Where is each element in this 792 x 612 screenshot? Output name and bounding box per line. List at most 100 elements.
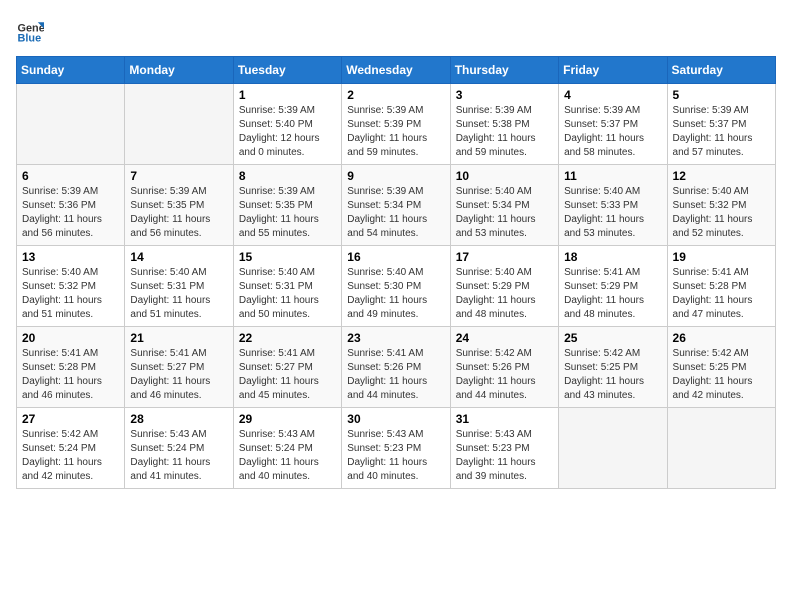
calendar-cell: 20 Sunrise: 5:41 AM Sunset: 5:28 PM Dayli… (17, 327, 125, 408)
calendar-cell: 6Sunrise: 5:39 AM Sunset: 5:36 PM Daylig… (17, 165, 125, 246)
logo-icon: General Blue (16, 16, 44, 44)
calendar-cell: 17Sunrise: 5:40 AM Sunset: 5:29 PM Dayli… (450, 246, 558, 327)
day-info: Sunrise: 5:41 AM Sunset: 5:28 PM Dayligh… (673, 266, 770, 322)
day-info: Sunrise: 5:39 AM Sunset: 5:34 PM Dayligh… (347, 185, 444, 241)
day-number: 28 (130, 412, 227, 426)
calendar-cell: 24Sunrise: 5:42 AM Sunset: 5:26 PM Dayli… (450, 327, 558, 408)
calendar-cell: 21 Sunrise: 5:41 AM Sunset: 5:27 PM Dayli… (125, 327, 233, 408)
day-info: Sunrise: 5:42 AM Sunset: 5:25 PM Dayligh… (564, 347, 661, 403)
calendar-cell: 14Sunrise: 5:40 AM Sunset: 5:31 PM Dayli… (125, 246, 233, 327)
calendar-cell: 23Sunrise: 5:41 AM Sunset: 5:26 PM Dayli… (342, 327, 450, 408)
weekday-header-monday: Monday (125, 57, 233, 84)
calendar-cell: 8 Sunrise: 5:39 AM Sunset: 5:35 PM Daylig… (233, 165, 341, 246)
day-info: Sunrise: 5:40 AM Sunset: 5:34 PM Dayligh… (456, 185, 553, 241)
calendar-header-row: SundayMondayTuesdayWednesdayThursdayFrid… (17, 57, 776, 84)
day-info: Sunrise: 5:40 AM Sunset: 5:30 PM Dayligh… (347, 266, 444, 322)
day-number: 21 (130, 331, 227, 345)
day-number: 16 (347, 250, 444, 264)
day-info: Sunrise: 5:41 AM Sunset: 5:27 PM Dayligh… (239, 347, 336, 403)
calendar-cell: 31 Sunrise: 5:43 AM Sunset: 5:23 PM Dayli… (450, 408, 558, 489)
day-info: Sunrise: 5:40 AM Sunset: 5:29 PM Dayligh… (456, 266, 553, 322)
calendar-cell: 3Sunrise: 5:39 AM Sunset: 5:38 PM Daylig… (450, 84, 558, 165)
day-number: 11 (564, 169, 661, 183)
day-info: Sunrise: 5:40 AM Sunset: 5:32 PM Dayligh… (673, 185, 770, 241)
day-info: Sunrise: 5:39 AM Sunset: 5:39 PM Dayligh… (347, 104, 444, 160)
day-info: Sunrise: 5:39 AM Sunset: 5:35 PM Dayligh… (130, 185, 227, 241)
day-number: 8 (239, 169, 336, 183)
day-info: Sunrise: 5:41 AM Sunset: 5:29 PM Dayligh… (564, 266, 661, 322)
calendar-cell: 4Sunrise: 5:39 AM Sunset: 5:37 PM Daylig… (559, 84, 667, 165)
day-number: 6 (22, 169, 119, 183)
day-number: 14 (130, 250, 227, 264)
weekday-header-wednesday: Wednesday (342, 57, 450, 84)
day-info: Sunrise: 5:42 AM Sunset: 5:24 PM Dayligh… (22, 428, 119, 484)
day-number: 30 (347, 412, 444, 426)
calendar-week-1: 1 Sunrise: 5:39 AM Sunset: 5:40 PM Daylig… (17, 84, 776, 165)
calendar-cell: 5 Sunrise: 5:39 AM Sunset: 5:37 PM Daylig… (667, 84, 775, 165)
calendar-cell: 10 Sunrise: 5:40 AM Sunset: 5:34 PM Dayli… (450, 165, 558, 246)
day-info: Sunrise: 5:40 AM Sunset: 5:32 PM Dayligh… (22, 266, 119, 322)
day-info: Sunrise: 5:41 AM Sunset: 5:26 PM Dayligh… (347, 347, 444, 403)
day-info: Sunrise: 5:42 AM Sunset: 5:26 PM Dayligh… (456, 347, 553, 403)
calendar-cell: 15Sunrise: 5:40 AM Sunset: 5:31 PM Dayli… (233, 246, 341, 327)
day-info: Sunrise: 5:39 AM Sunset: 5:40 PM Dayligh… (239, 104, 336, 160)
day-info: Sunrise: 5:41 AM Sunset: 5:28 PM Dayligh… (22, 347, 119, 403)
day-number: 7 (130, 169, 227, 183)
calendar-cell: 19 Sunrise: 5:41 AM Sunset: 5:28 PM Dayli… (667, 246, 775, 327)
day-number: 12 (673, 169, 770, 183)
day-number: 19 (673, 250, 770, 264)
day-number: 27 (22, 412, 119, 426)
day-number: 20 (22, 331, 119, 345)
day-number: 18 (564, 250, 661, 264)
calendar-week-4: 20 Sunrise: 5:41 AM Sunset: 5:28 PM Dayli… (17, 327, 776, 408)
calendar-cell: 29Sunrise: 5:43 AM Sunset: 5:24 PM Dayli… (233, 408, 341, 489)
calendar-cell: 16 Sunrise: 5:40 AM Sunset: 5:30 PM Dayli… (342, 246, 450, 327)
calendar-cell (559, 408, 667, 489)
day-number: 31 (456, 412, 553, 426)
calendar-cell: 18 Sunrise: 5:41 AM Sunset: 5:29 PM Dayli… (559, 246, 667, 327)
calendar-cell: 28 Sunrise: 5:43 AM Sunset: 5:24 PM Dayli… (125, 408, 233, 489)
weekday-header-saturday: Saturday (667, 57, 775, 84)
svg-text:Blue: Blue (18, 33, 42, 44)
day-info: Sunrise: 5:43 AM Sunset: 5:24 PM Dayligh… (130, 428, 227, 484)
weekday-header-thursday: Thursday (450, 57, 558, 84)
weekday-header-friday: Friday (559, 57, 667, 84)
calendar-cell: 30 Sunrise: 5:43 AM Sunset: 5:23 PM Dayli… (342, 408, 450, 489)
day-number: 26 (673, 331, 770, 345)
calendar-table: SundayMondayTuesdayWednesdayThursdayFrid… (16, 56, 776, 489)
calendar-week-3: 13 Sunrise: 5:40 AM Sunset: 5:32 PM Dayli… (17, 246, 776, 327)
day-number: 5 (673, 88, 770, 102)
day-info: Sunrise: 5:39 AM Sunset: 5:37 PM Dayligh… (673, 104, 770, 160)
day-info: Sunrise: 5:43 AM Sunset: 5:23 PM Dayligh… (456, 428, 553, 484)
day-info: Sunrise: 5:39 AM Sunset: 5:35 PM Dayligh… (239, 185, 336, 241)
day-number: 3 (456, 88, 553, 102)
calendar-cell: 1 Sunrise: 5:39 AM Sunset: 5:40 PM Daylig… (233, 84, 341, 165)
calendar-cell: 7 Sunrise: 5:39 AM Sunset: 5:35 PM Daylig… (125, 165, 233, 246)
day-number: 1 (239, 88, 336, 102)
day-info: Sunrise: 5:40 AM Sunset: 5:31 PM Dayligh… (239, 266, 336, 322)
day-info: Sunrise: 5:41 AM Sunset: 5:27 PM Dayligh… (130, 347, 227, 403)
calendar-cell: 9 Sunrise: 5:39 AM Sunset: 5:34 PM Daylig… (342, 165, 450, 246)
day-number: 2 (347, 88, 444, 102)
calendar-cell (667, 408, 775, 489)
day-number: 13 (22, 250, 119, 264)
calendar-cell: 2 Sunrise: 5:39 AM Sunset: 5:39 PM Daylig… (342, 84, 450, 165)
day-info: Sunrise: 5:43 AM Sunset: 5:23 PM Dayligh… (347, 428, 444, 484)
calendar-cell: 12 Sunrise: 5:40 AM Sunset: 5:32 PM Dayli… (667, 165, 775, 246)
calendar-cell (125, 84, 233, 165)
day-number: 29 (239, 412, 336, 426)
day-number: 10 (456, 169, 553, 183)
logo: General Blue (16, 16, 48, 44)
calendar-week-5: 27 Sunrise: 5:42 AM Sunset: 5:24 PM Dayli… (17, 408, 776, 489)
calendar-cell: 27 Sunrise: 5:42 AM Sunset: 5:24 PM Dayli… (17, 408, 125, 489)
calendar-cell: 11Sunrise: 5:40 AM Sunset: 5:33 PM Dayli… (559, 165, 667, 246)
day-number: 22 (239, 331, 336, 345)
calendar-cell: 26Sunrise: 5:42 AM Sunset: 5:25 PM Dayli… (667, 327, 775, 408)
weekday-header-tuesday: Tuesday (233, 57, 341, 84)
day-number: 9 (347, 169, 444, 183)
calendar-cell: 25Sunrise: 5:42 AM Sunset: 5:25 PM Dayli… (559, 327, 667, 408)
calendar-cell: 22 Sunrise: 5:41 AM Sunset: 5:27 PM Dayli… (233, 327, 341, 408)
calendar-week-2: 6Sunrise: 5:39 AM Sunset: 5:36 PM Daylig… (17, 165, 776, 246)
weekday-header-sunday: Sunday (17, 57, 125, 84)
day-info: Sunrise: 5:39 AM Sunset: 5:37 PM Dayligh… (564, 104, 661, 160)
